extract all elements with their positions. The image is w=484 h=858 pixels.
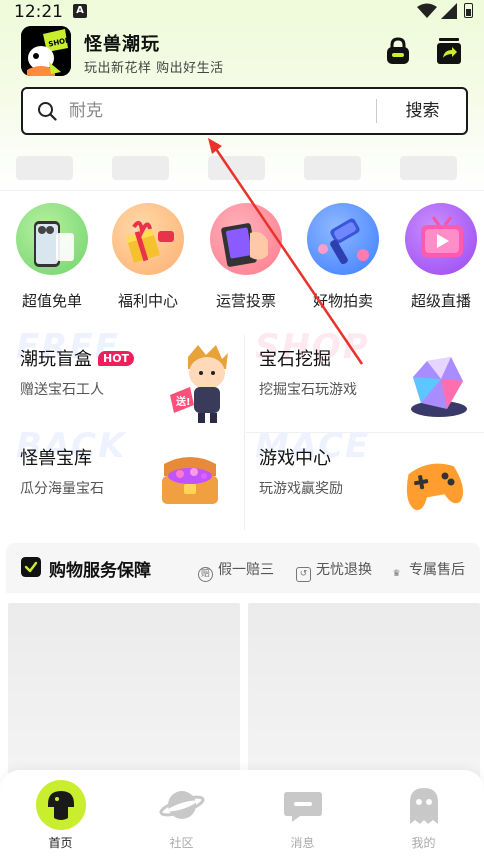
bottom-nav: 首页 社区 消息 我的 xyxy=(0,770,484,858)
nav-label: 消息 xyxy=(290,836,315,850)
share-card-icon[interactable] xyxy=(434,36,464,66)
card-subtitle: 玩游戏赢奖励 xyxy=(259,481,343,497)
category-live[interactable]: 超级直播 xyxy=(401,203,481,311)
feature-monster-vault[interactable]: BACK 怪兽宝库 瓜分海量宝石 xyxy=(16,426,252,530)
hot-badge: HOT xyxy=(98,351,135,366)
card-title: 游戏中心 xyxy=(259,448,331,469)
card-title: 怪兽宝库 xyxy=(20,448,92,469)
guarantee-label: 假一赔三 xyxy=(218,562,274,578)
app-title: 怪兽潮玩 xyxy=(84,34,160,55)
app-logo: SHOP xyxy=(21,26,71,76)
service-guarantee-bar[interactable]: 购物服务保障 赔假一赔三 ↺ 无忧退换 ♛ 专属售后 xyxy=(6,543,480,593)
nav-home[interactable]: 首页 xyxy=(0,770,121,858)
planet-icon xyxy=(159,791,205,819)
category-label: 福利中心 xyxy=(117,292,178,310)
message-icon xyxy=(284,792,322,822)
wifi-icon xyxy=(417,3,437,18)
auction-hammer-icon xyxy=(307,203,379,275)
svg-text:送!: 送! xyxy=(175,395,191,408)
gem-crystal-icon xyxy=(411,357,467,417)
tab-placeholder[interactable] xyxy=(304,156,361,180)
divider xyxy=(0,190,484,191)
card-subtitle: 赠送宝石工人 xyxy=(20,382,104,398)
lock-bag-icon[interactable] xyxy=(383,36,413,66)
guarantee-after-sales: ♛ 专属售后 xyxy=(389,559,465,583)
phone-gift-icon xyxy=(16,203,88,275)
category-label: 运营投票 xyxy=(215,292,276,310)
home-page: 12:21 A SHOP 怪兽潮玩 玩出新花样 购出好生活 耐克 搜索 超值免单… xyxy=(0,0,484,858)
nav-label: 社区 xyxy=(169,836,194,850)
live-tv-icon xyxy=(405,203,477,275)
home-monster-icon xyxy=(36,780,86,830)
category-label: 超级直播 xyxy=(410,292,471,310)
treasure-chest-icon xyxy=(162,457,218,504)
category-welfare-center[interactable]: 福利中心 xyxy=(108,203,188,311)
notification-icon: A xyxy=(73,4,87,18)
nav-profile[interactable]: 我的 xyxy=(363,770,484,858)
return-icon: ↺ xyxy=(296,567,311,582)
search-bar[interactable]: 搜索 xyxy=(21,87,468,135)
category-label: 好物拍卖 xyxy=(312,292,373,310)
vote-card-icon xyxy=(210,203,282,275)
search-icon xyxy=(38,102,57,121)
tab-placeholder[interactable] xyxy=(208,156,265,180)
product-card-placeholder[interactable] xyxy=(248,603,480,783)
category-free-order[interactable]: 超值免单 xyxy=(12,203,92,311)
card-title: 潮玩盲盒 xyxy=(20,349,92,370)
card-subtitle: 挖掘宝石玩游戏 xyxy=(259,382,357,398)
feature-game-center[interactable]: MACE 游戏中心 玩游戏赢奖励 xyxy=(255,426,484,530)
signal-icon xyxy=(441,3,457,19)
nav-community[interactable]: 社区 xyxy=(121,770,242,858)
search-input[interactable] xyxy=(69,98,359,124)
status-time: 12:21 xyxy=(14,2,63,22)
worker-character-icon: 送! xyxy=(170,345,228,423)
monster-logo-icon: SHOP xyxy=(21,26,71,76)
guarantee-fake-compensation: 赔假一赔三 xyxy=(198,559,274,582)
tab-placeholder[interactable] xyxy=(16,156,73,180)
nav-messages[interactable]: 消息 xyxy=(242,770,363,858)
gamepad-icon xyxy=(406,463,464,511)
status-bar: 12:21 A xyxy=(0,0,484,26)
category-auction[interactable]: 好物拍卖 xyxy=(303,203,383,311)
compensation-icon: 赔 xyxy=(198,567,213,582)
profile-ghost-icon xyxy=(410,788,438,824)
category-vote[interactable]: 运营投票 xyxy=(206,203,286,311)
guarantee-title: 购物服务保障 xyxy=(49,561,151,581)
feature-blind-box[interactable]: FREE 潮玩盲盒 HOT 赠送宝石工人 送! xyxy=(16,327,252,431)
battery-icon xyxy=(464,3,473,18)
gift-box-icon xyxy=(112,203,184,275)
guarantee-label: 专属售后 xyxy=(409,562,465,578)
card-subtitle: 瓜分海量宝石 xyxy=(20,481,104,497)
category-label: 超值免单 xyxy=(21,292,82,310)
guarantee-free-return: ↺ 无忧退换 xyxy=(296,559,372,582)
product-card-placeholder[interactable] xyxy=(8,603,240,783)
nav-label: 首页 xyxy=(48,836,73,850)
crown-icon: ♛ xyxy=(392,569,401,579)
nav-label: 我的 xyxy=(411,836,436,850)
guarantee-label: 无忧退换 xyxy=(316,562,372,578)
card-title: 宝石挖掘 xyxy=(259,349,331,370)
tab-placeholder[interactable] xyxy=(112,156,169,180)
shield-check-icon xyxy=(21,557,41,577)
app-subtitle: 玩出新花样 购出好生活 xyxy=(84,61,224,76)
feature-gem-mining[interactable]: SHOP 宝石挖掘 挖掘宝石玩游戏 xyxy=(255,327,484,431)
search-button[interactable]: 搜索 xyxy=(377,89,468,133)
tab-placeholder[interactable] xyxy=(400,156,457,180)
